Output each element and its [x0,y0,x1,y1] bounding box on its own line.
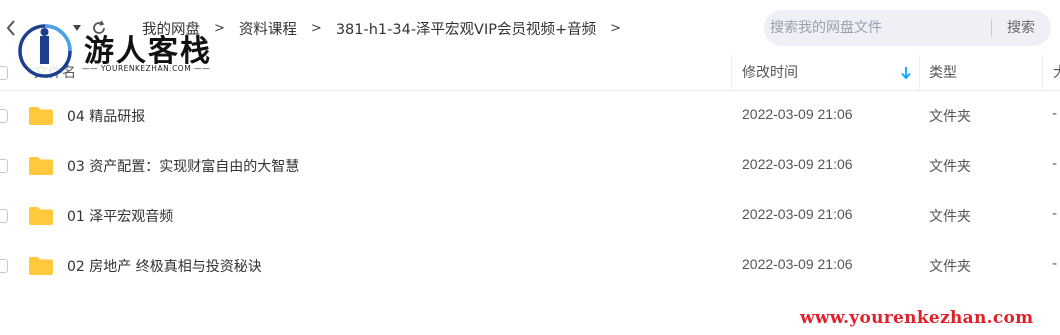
breadcrumb-item-current-folder[interactable]: 381-h1-34-泽平宏观VIP会员视频+音频 [336,18,596,39]
column-header-type[interactable]: 类型 [929,55,957,91]
breadcrumb-separator: > [610,20,622,36]
file-type: 文件夹 [929,209,971,225]
column-divider [919,55,920,91]
column-header-size[interactable]: 大 [1053,55,1060,91]
logo-mark-icon [18,24,72,78]
breadcrumb-item-courses[interactable]: 资料课程 [239,18,297,39]
table-row[interactable]: 02 房地产 终极真相与投资秘诀 2022-03-09 21:06 文件夹 - [0,241,1060,291]
folder-icon [29,157,53,175]
folder-icon [29,207,53,225]
folder-icon [29,107,53,125]
search-button[interactable]: 搜索 [999,17,1043,39]
folder-icon [29,257,53,275]
table-row[interactable]: 04 精品研报 2022-03-09 21:06 文件夹 - [0,91,1060,141]
table-row[interactable]: 03 资产配置：实现财富自由的大智慧 2022-03-09 21:06 文件夹 … [0,141,1060,191]
modified-time: 2022-03-09 21:06 [742,106,853,122]
file-type: 文件夹 [929,109,971,125]
file-name[interactable]: 02 房地产 终极真相与投资秘诀 [67,256,262,276]
file-size: - [1052,206,1058,222]
file-size: - [1052,256,1058,272]
row-checkbox[interactable] [0,159,8,173]
column-header-modified[interactable]: 修改时间 [742,55,798,91]
watermark-logo: 游人客栈 —— YOURENKEZHAN.COM —— [16,18,216,82]
modified-time: 2022-03-09 21:06 [742,256,853,272]
file-name[interactable]: 03 资产配置：实现财富自由的大智慧 [67,156,299,176]
row-checkbox[interactable] [0,209,8,223]
select-all-checkbox[interactable] [0,66,8,80]
modified-time: 2022-03-09 21:06 [742,156,853,172]
search-divider [991,19,992,37]
file-name[interactable]: 04 精品研报 [67,106,145,126]
search-box: 搜索 [764,10,1051,46]
modified-time: 2022-03-09 21:06 [742,206,853,222]
file-type: 文件夹 [929,159,971,175]
row-checkbox[interactable] [0,109,8,123]
file-name[interactable]: 01 泽平宏观音频 [67,206,173,226]
column-divider [1042,55,1043,91]
logo-subtext: —— YOURENKEZHAN.COM —— [82,64,211,73]
table-row[interactable]: 01 泽平宏观音频 2022-03-09 21:06 文件夹 - [0,191,1060,241]
file-size: - [1052,106,1058,122]
row-checkbox[interactable] [0,259,8,273]
breadcrumb-separator: > [310,20,322,36]
watermark-url: www.yourenkezhan.com [800,308,1034,328]
arrow-down-icon[interactable] [900,66,912,80]
file-size: - [1052,156,1058,172]
search-input[interactable] [770,15,980,41]
file-type: 文件夹 [929,259,971,275]
column-divider [731,55,732,91]
